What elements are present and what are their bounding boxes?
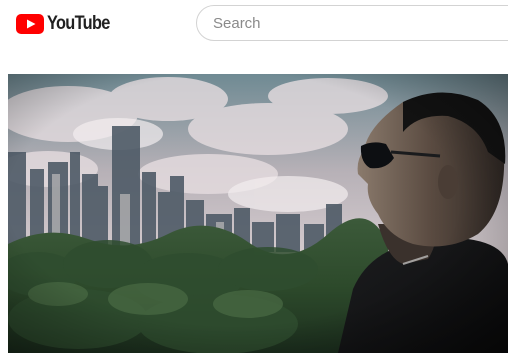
youtube-play-icon xyxy=(16,14,44,34)
youtube-logo[interactable]: YouTube xyxy=(16,13,120,35)
video-frame xyxy=(8,74,508,353)
youtube-page: YouTube xyxy=(0,0,508,353)
logo-wordmark: YouTube xyxy=(47,13,110,34)
video-player[interactable] xyxy=(8,74,508,353)
search-box[interactable] xyxy=(196,5,508,41)
search-input[interactable] xyxy=(213,6,493,40)
masthead: YouTube xyxy=(0,0,508,56)
